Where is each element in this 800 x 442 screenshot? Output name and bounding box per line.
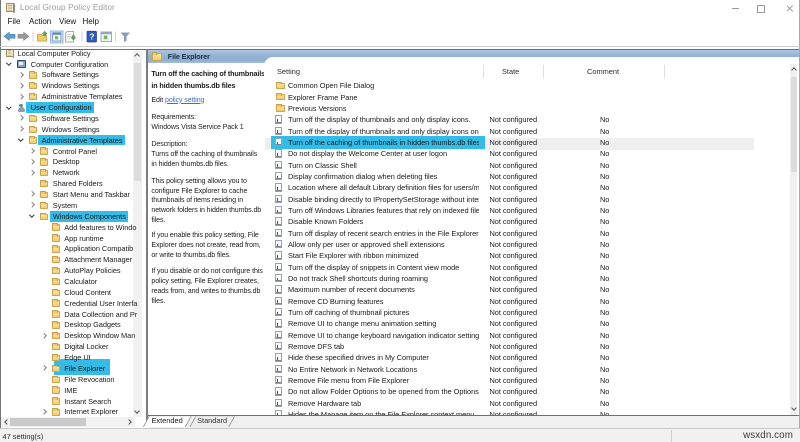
svg-text:?: ?: [89, 32, 94, 42]
